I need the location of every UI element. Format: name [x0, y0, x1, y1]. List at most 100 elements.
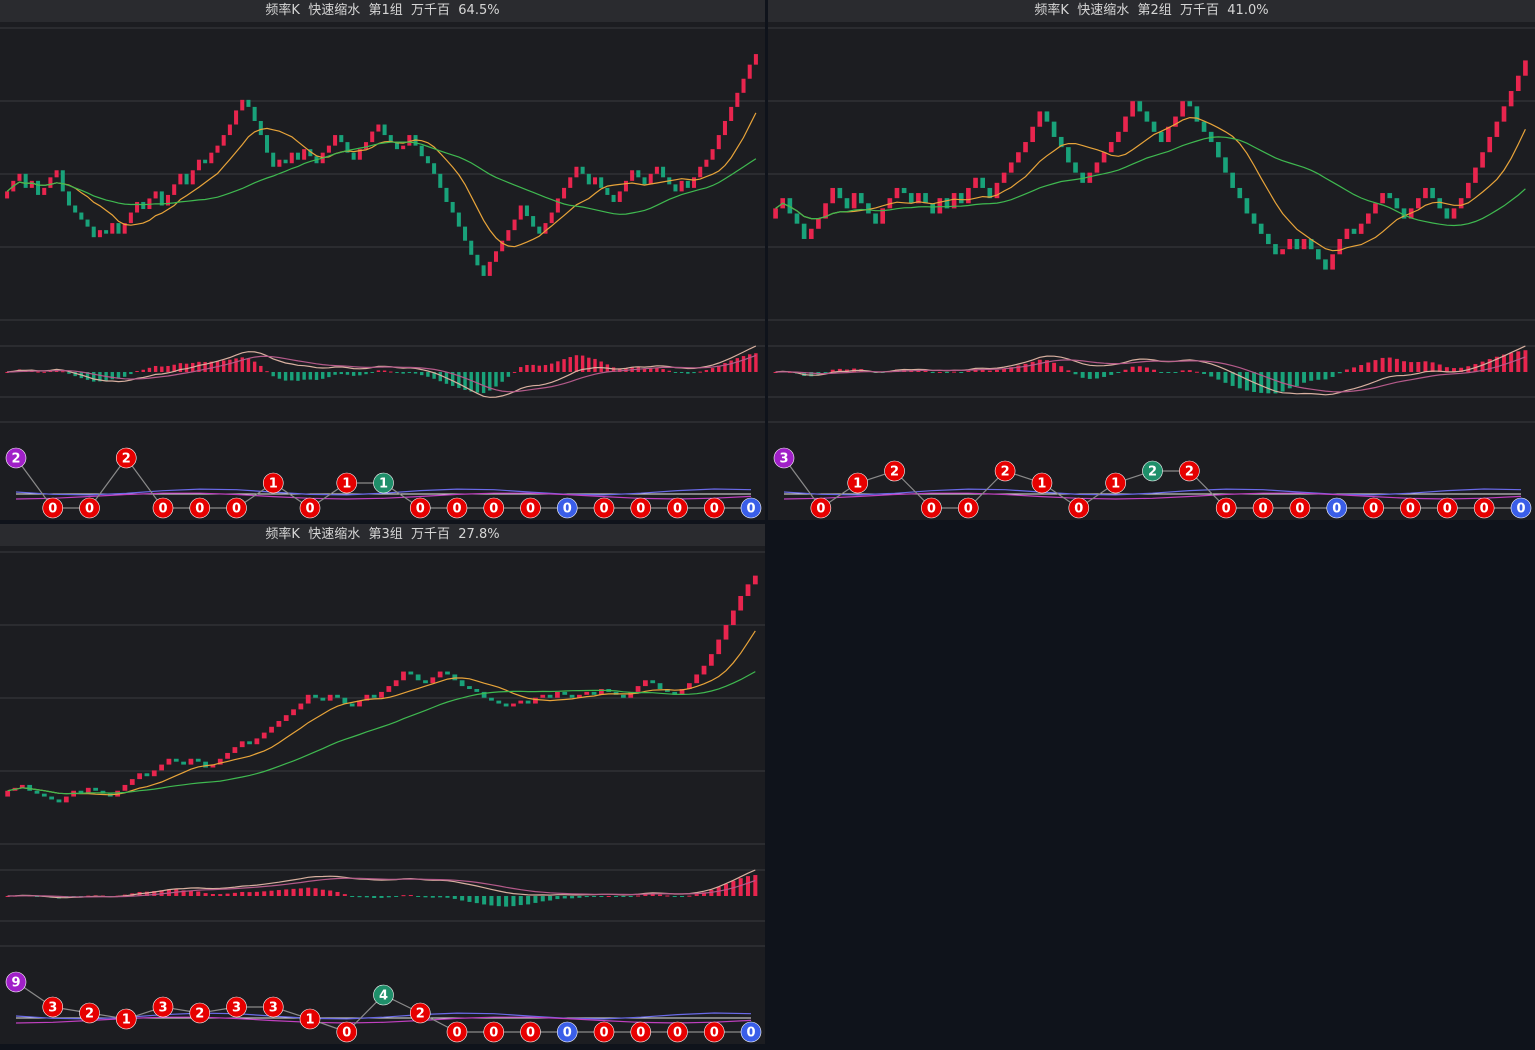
macd-bar [364, 896, 369, 898]
candle [873, 213, 878, 224]
macd-bar [1223, 372, 1228, 383]
count-badge-label: 0 [599, 1026, 608, 1041]
candle [351, 152, 356, 160]
macd-bar [994, 369, 999, 372]
macd-bar [269, 890, 274, 896]
macd-bar [351, 372, 356, 376]
candle [773, 208, 778, 219]
candle [415, 674, 421, 681]
count-badge-label: 0 [1369, 502, 1378, 517]
macd-bar [1302, 372, 1307, 383]
macd-bar [531, 364, 535, 372]
count-badge-label: 3 [158, 1001, 167, 1016]
macd-bar [568, 357, 572, 372]
candle [698, 166, 703, 178]
count-badge-label: 0 [1259, 502, 1268, 517]
candle [271, 152, 276, 167]
candle [679, 180, 684, 192]
candle [1287, 238, 1293, 250]
macd-bar [506, 372, 511, 377]
candle [729, 106, 734, 121]
candle [247, 741, 252, 745]
candle [137, 773, 142, 780]
count-badge-label: 1 [1037, 477, 1046, 492]
candle [830, 187, 836, 204]
macd-bar [1209, 372, 1214, 377]
macd-bar [1130, 366, 1135, 372]
count-badge-label: 2 [1001, 465, 1010, 480]
macd-bar [218, 894, 223, 896]
candle [1051, 121, 1057, 137]
candle [708, 654, 714, 666]
candle [225, 752, 230, 759]
macd-bar [741, 356, 746, 372]
candle [376, 124, 381, 132]
candle [866, 203, 871, 214]
macd-bar [364, 372, 368, 375]
macd-bar [382, 370, 387, 372]
candle [745, 584, 751, 596]
count-badge-label: 2 [1185, 465, 1194, 480]
candle [650, 680, 656, 684]
count-badge-label: 0 [85, 502, 94, 517]
candle [1223, 157, 1228, 173]
macd-bar [1030, 361, 1035, 372]
macd-bar [358, 372, 362, 376]
macd-bar [426, 372, 430, 377]
macd-bar [308, 372, 313, 380]
candle [190, 170, 195, 185]
macd-bar [420, 372, 424, 376]
candle [1394, 198, 1400, 209]
candle [722, 120, 727, 136]
candle [393, 680, 399, 687]
candle [1037, 111, 1043, 127]
count-badge-label: 0 [1516, 502, 1525, 517]
candle [48, 177, 53, 188]
candle [808, 228, 814, 239]
macd-bar [1187, 370, 1192, 372]
candle [489, 697, 494, 701]
macd-bar [313, 888, 318, 896]
candle [1044, 111, 1050, 122]
candle [1251, 213, 1257, 224]
candle [153, 191, 158, 199]
candle [1365, 213, 1371, 224]
candle [621, 694, 626, 698]
count-badge-label: 0 [526, 502, 535, 517]
macd-bar [147, 367, 152, 372]
macd-bar [518, 896, 523, 906]
candle [506, 230, 511, 241]
count-badge-label: 2 [416, 1007, 425, 1022]
candle [327, 694, 333, 701]
macd-bar [710, 368, 715, 372]
candle [467, 686, 472, 689]
ma-short-line [775, 116, 1526, 252]
macd-bar [271, 372, 275, 377]
macd-bar [254, 891, 259, 896]
macd-bar [648, 368, 653, 372]
count-badge-label: 2 [1148, 465, 1157, 480]
candle [753, 54, 758, 65]
candle [371, 694, 377, 698]
macd-bar [1052, 362, 1057, 372]
macd-bar [42, 371, 46, 373]
candle [1316, 249, 1321, 260]
candle [302, 149, 307, 160]
candle [487, 261, 492, 276]
count-badge-label: 0 [673, 502, 682, 517]
macd-bar [247, 892, 252, 896]
count-badge-label: 0 [1443, 502, 1452, 517]
macd-bar [1037, 359, 1042, 372]
macd-bar [1337, 372, 1342, 374]
candle [752, 575, 758, 585]
candle [128, 212, 133, 224]
candle [1273, 244, 1278, 255]
candle [1515, 75, 1521, 92]
macd-bar [1059, 366, 1064, 372]
candle [379, 691, 384, 698]
candle [364, 142, 369, 150]
count-badge-label: 9 [11, 976, 20, 991]
candle [34, 790, 40, 794]
macd-bar [438, 896, 443, 898]
macd-bar [178, 363, 183, 372]
